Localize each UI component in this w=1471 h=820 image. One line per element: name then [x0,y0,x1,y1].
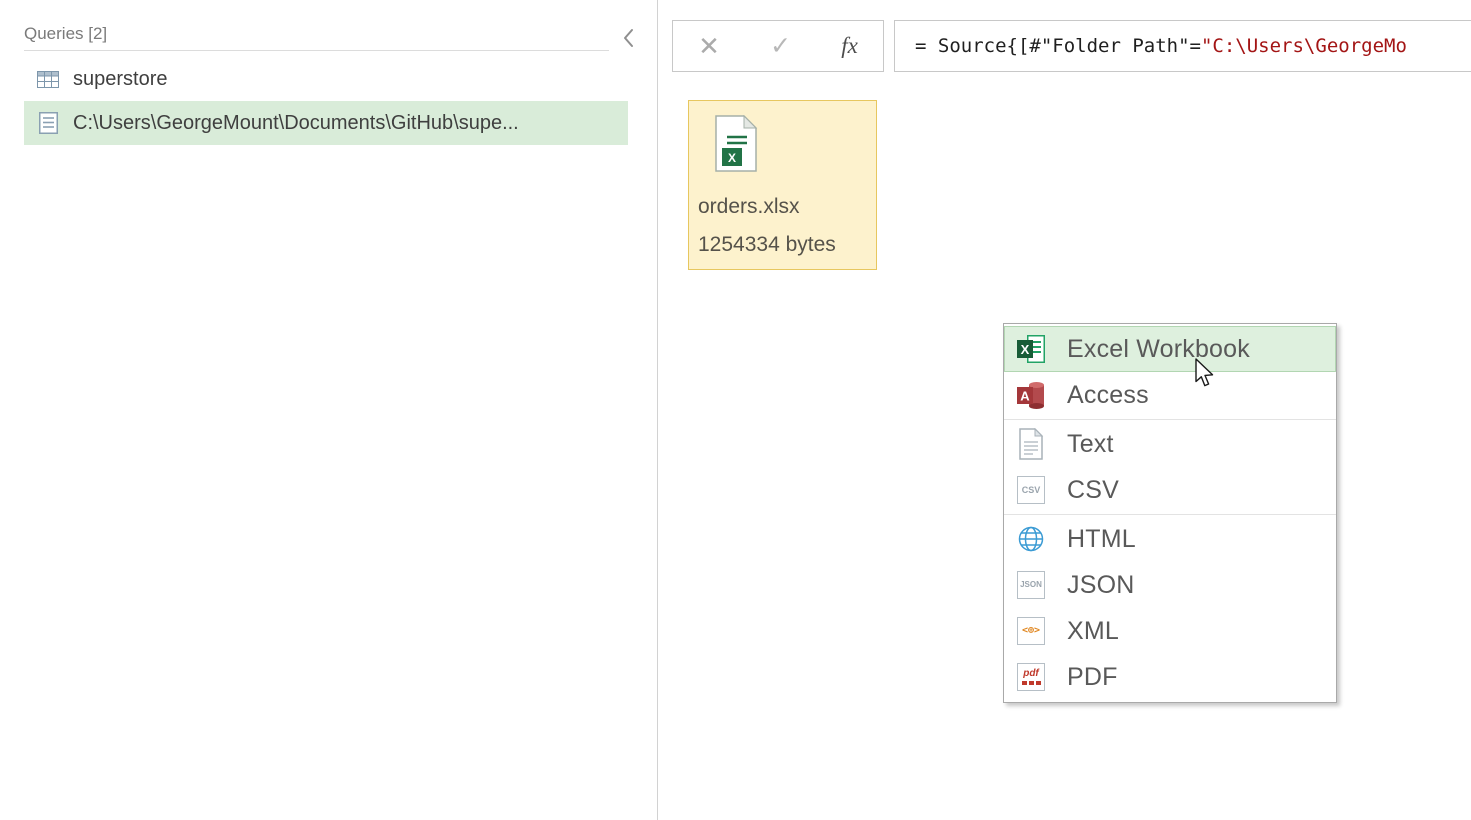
menu-item-xml[interactable]: <⊕> XML [1004,608,1336,654]
menu-item-text[interactable]: Text [1004,421,1336,467]
formula-bar-buttons: ✕ ✓ fx [672,20,884,72]
pdf-file-icon: pdf [1014,660,1048,694]
menu-item-label: PDF [1067,663,1118,692]
menu-item-label: Access [1067,381,1149,410]
menu-item-excel-workbook[interactable]: X Excel Workbook [1004,326,1336,372]
menu-item-json[interactable]: JSON JSON [1004,562,1336,608]
table-icon [37,71,59,88]
fx-button[interactable]: fx [841,33,858,59]
queries-pane: Queries [2] superstore [0,0,658,820]
formula-expression: = Source{[#"Folder Path"= [915,35,1201,57]
xml-file-icon: <⊕> [1014,614,1048,648]
excel-icon: X [1014,332,1048,366]
menu-separator [1004,419,1336,420]
query-list: superstore C:\Users\GeorgeMount\Document… [24,57,628,145]
menu-item-label: CSV [1067,476,1119,505]
menu-item-label: Excel Workbook [1067,335,1250,364]
access-icon: A [1014,378,1048,412]
query-item-superstore[interactable]: superstore [24,57,628,101]
file-size: 1254334 bytes [695,232,870,258]
menu-item-csv[interactable]: CSV CSV [1004,467,1336,513]
access-icon-letter: A [1020,389,1030,404]
html-globe-icon [1014,522,1048,556]
menu-item-label: XML [1067,617,1119,646]
excel-file-icon: X [713,115,870,178]
accept-button[interactable]: ✓ [770,34,791,59]
queries-header-underline: Queries [2] [24,24,609,51]
formula-input[interactable]: = Source{[#"Folder Path"="C:\Users\Georg… [894,20,1471,72]
menu-separator [1004,514,1336,515]
queries-header: Queries [2] [24,24,107,43]
menu-item-label: JSON [1067,571,1134,600]
query-item-label: superstore [73,68,168,91]
menu-item-label: HTML [1067,525,1136,554]
csv-file-icon: CSV [1014,473,1048,507]
queries-header-row: Queries [2] [24,24,637,51]
menu-item-access[interactable]: A Access [1004,372,1336,418]
query-item-label: C:\Users\GeorgeMount\Documents\GitHub\su… [73,112,519,135]
document-icon [37,112,59,134]
open-as-menu: X Excel Workbook A Access [1003,323,1337,703]
file-tile[interactable]: X orders.xlsx 1254334 bytes [688,100,877,270]
cancel-button[interactable]: ✕ [698,33,720,59]
menu-item-label: Text [1067,430,1114,459]
query-item-folder-file[interactable]: C:\Users\GeorgeMount\Documents\GitHub\su… [24,101,628,145]
collapse-pane-button[interactable] [619,27,637,49]
menu-item-pdf[interactable]: pdf PDF [1004,654,1336,700]
menu-item-html[interactable]: HTML [1004,516,1336,562]
formula-string-literal: "C:\Users\GeorgeMo [1201,35,1407,57]
file-name: orders.xlsx [695,194,870,220]
chevron-left-icon [622,28,634,48]
text-file-icon [1014,427,1048,461]
json-file-icon: JSON [1014,568,1048,602]
excel-icon-letter: X [1021,342,1030,357]
excel-file-icon-letter: X [728,151,736,165]
